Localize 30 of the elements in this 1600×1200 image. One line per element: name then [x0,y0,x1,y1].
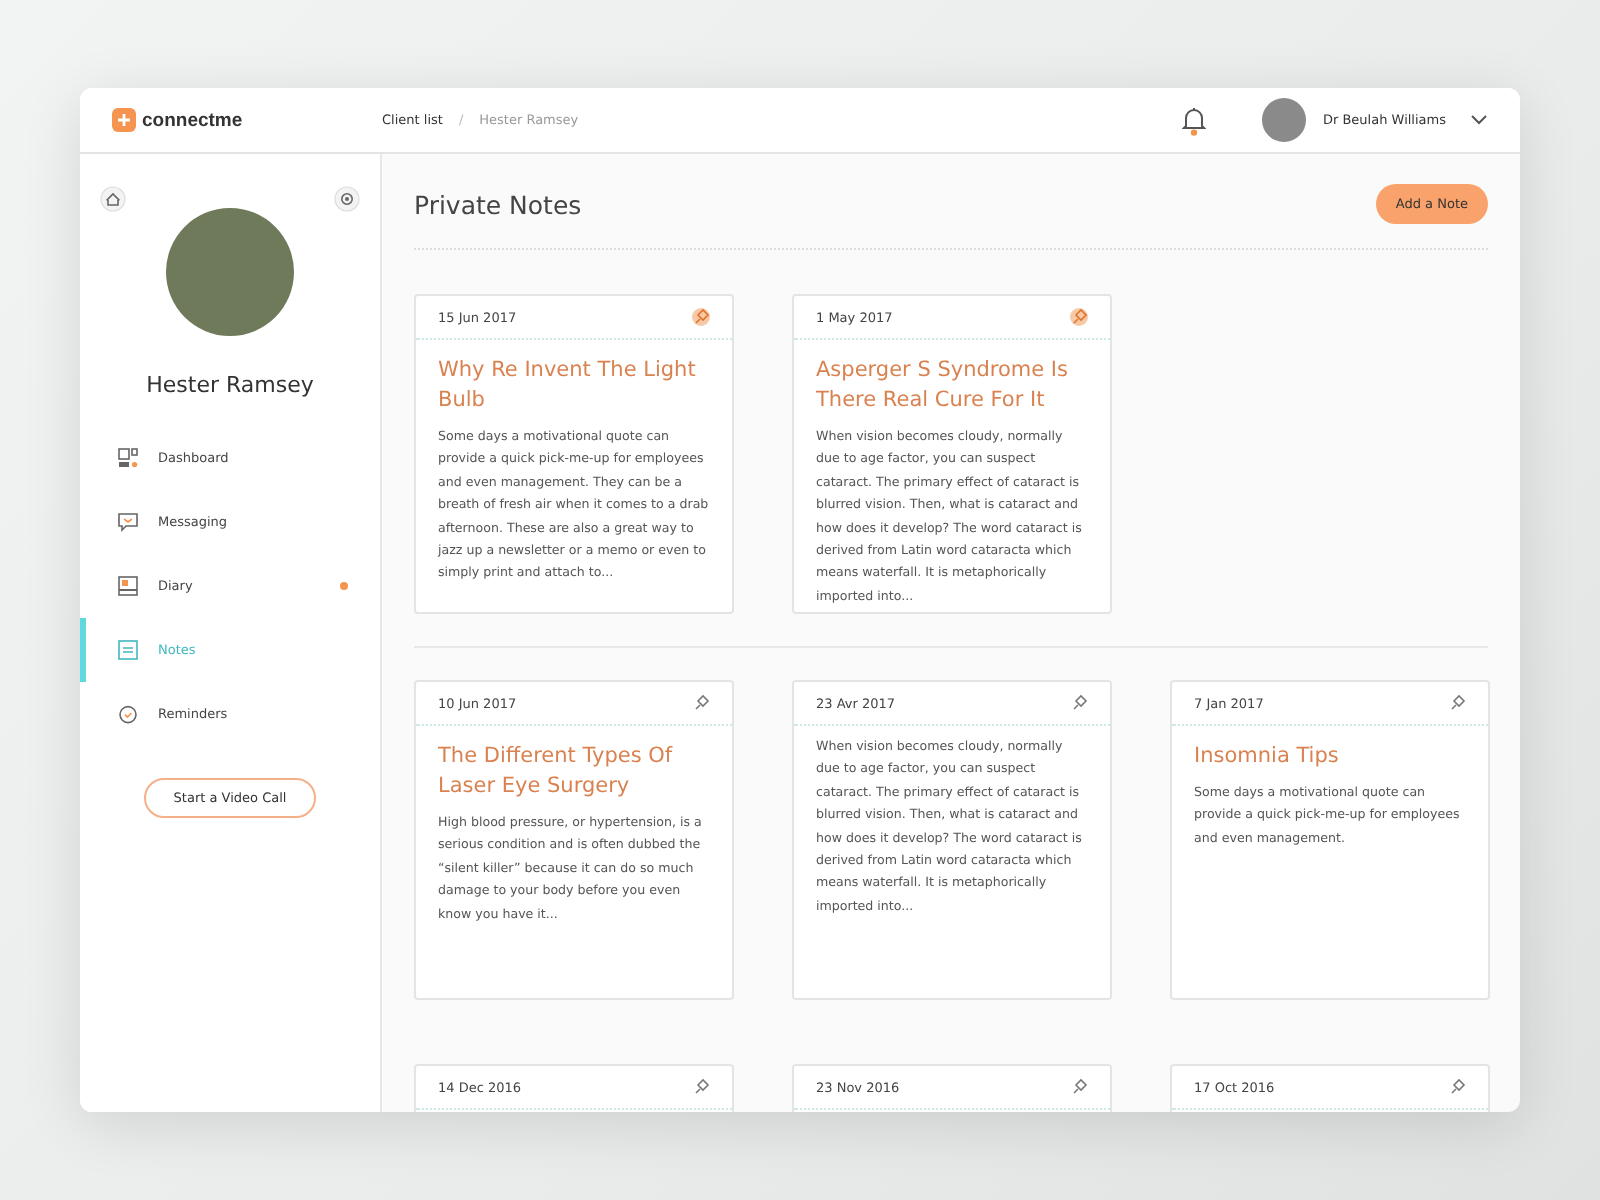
note-card[interactable] [414,294,734,614]
note-card[interactable] [792,680,1112,1000]
alarm-clock-icon [118,704,138,724]
message-icon [118,512,138,532]
note-icon [118,640,138,660]
pin-icon[interactable] [1070,1078,1088,1096]
page-title: Private Notes [414,189,582,219]
pin-icon[interactable] [692,694,710,712]
bell-icon[interactable] [1182,104,1207,136]
note-title: Insomnia Tips [1192,742,1341,772]
app-logo: connectme [142,109,243,131]
pin-icon[interactable] [692,308,710,326]
pin-icon[interactable] [1448,1078,1466,1096]
note-title: Asperger S Syndrome Is There Real Cure For It [814,356,1070,416]
home-icon[interactable] [100,186,126,212]
dashboard-icon [118,448,138,468]
note-card[interactable] [792,294,1112,614]
settings-icon[interactable] [334,186,360,212]
plus-logo-icon [112,108,136,132]
pin-icon[interactable] [1070,308,1088,326]
note-card[interactable] [414,680,734,1000]
user-avatar[interactable] [1262,98,1307,142]
chevron-down-icon[interactable] [1470,114,1488,126]
pin-icon[interactable] [1448,694,1466,712]
pin-icon[interactable] [692,1078,710,1096]
note-title: The Different Types Of Laser Eye Surgery [436,742,675,802]
pin-icon[interactable] [1070,694,1088,712]
picture-icon [118,576,138,596]
client-name: Hester Ramsey [146,372,314,398]
note-title: Why Re Invent The Light Bulb [436,356,698,416]
